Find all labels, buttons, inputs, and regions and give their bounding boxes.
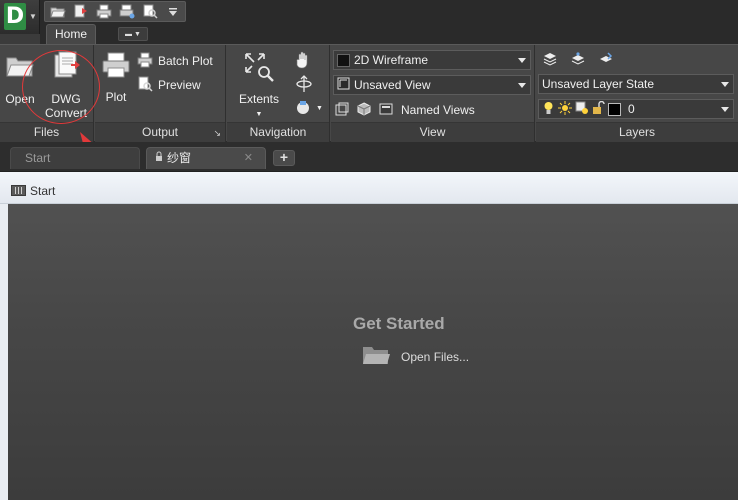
chevron-down-icon: ▼ [134,30,141,38]
extents-label: Extents [238,92,280,106]
layer-match-icon[interactable] [598,51,614,70]
panel-launcher-icon[interactable]: ↘ [213,128,221,139]
showmotion-icon [295,99,311,118]
app-logo-icon: D [4,3,26,30]
layers-panel: Unsaved Layer State 0 Layers [536,45,738,142]
preview-button[interactable]: Preview [137,75,201,95]
open-button[interactable]: Open [2,53,38,106]
orbit-button[interactable] [295,74,313,96]
get-started-heading: Get Started [353,314,445,333]
view-icon [337,77,350,93]
files-panel: Open DWG Convert Files [0,45,94,142]
files-panel-title: Files [0,122,93,142]
ribbon: Open DWG Convert Files Plot Batch Plot P… [0,44,738,142]
doc-tab-file-label: 纱窗 [167,151,192,165]
open-files-link[interactable]: Open Files... [361,344,469,369]
chevron-down-icon [518,83,526,88]
lock-icon [155,148,163,169]
new-tab-button[interactable]: + [273,150,295,166]
open-label: Open [5,92,35,106]
saved-view-dropdown[interactable]: Unsaved View [333,75,531,95]
layer-tools-row [542,50,614,70]
cube-icon [357,101,371,119]
save-file-icon[interactable] [72,4,89,20]
dwg-convert-label: DWG Convert [44,92,88,120]
minimize-ribbon-icon: ▬ [125,30,133,38]
folder-open-icon [5,53,35,82]
current-layer-value: 0 [628,102,635,116]
named-views-button[interactable]: Named Views [335,100,475,120]
layer-properties-icon[interactable] [542,51,558,70]
pan-hand-icon [295,51,311,72]
layer-state-value: Unsaved Layer State [542,77,655,91]
saved-view-value: Unsaved View [354,78,431,92]
start-page-body: Get Started Open Files... [8,204,738,500]
visual-style-value: 2D Wireframe [354,53,429,67]
dwg-convert-button[interactable]: DWG Convert [40,51,92,120]
doc-tab-start[interactable]: Start [10,147,140,169]
film-strip-icon [11,185,26,196]
viewport-icon [335,102,349,119]
start-page-title: Start [30,184,56,198]
tab-home[interactable]: Home [46,24,97,44]
batch-plot-icon [137,52,153,71]
pan-button[interactable] [295,51,311,71]
chevron-down-icon [721,82,729,87]
output-panel-title: Output [95,122,225,142]
layer-state-dropdown[interactable]: Unsaved Layer State [538,74,734,94]
ribbon-display-toggle[interactable]: ▬ ▼ [118,27,148,41]
plot-label: Plot [105,90,127,104]
folder-icon [361,344,391,369]
output-panel: Plot Batch Plot Preview Output ↘ [95,45,226,142]
viewport-freeze-icon [575,101,589,118]
close-icon[interactable]: ✕ [244,148,253,169]
sun-thaw-icon [558,100,572,118]
visual-style-dropdown[interactable]: 2D Wireframe [333,50,531,70]
unlocked-icon [592,100,605,118]
batch-plot-button[interactable]: Batch Plot [137,51,213,71]
layer-state-icon[interactable] [570,51,586,70]
named-views-icon [379,102,393,119]
zoom-extents-icon [243,51,275,86]
chevron-down-icon[interactable] [164,4,181,20]
plot-button[interactable]: Plot [99,51,133,104]
chevron-down-icon [721,107,729,112]
chevron-down-icon: ▼ [316,104,323,112]
layer-dropdown[interactable]: 0 [538,99,734,119]
open-files-label: Open Files... [401,349,470,364]
orbit-icon [295,74,313,96]
showmotion-button[interactable]: ▼ [295,98,323,118]
ribbon-tab-row: Home ▬ ▼ [40,24,738,44]
quick-access-toolbar [44,1,186,22]
plot-icon [101,51,131,82]
doc-tab-start-label: Start [25,151,51,165]
view-panel: 2D Wireframe Unsaved View Named Views Vi… [331,45,535,142]
lightbulb-on-icon [542,101,555,118]
start-page-titlebar: Start [0,172,738,204]
batch-plot-label: Batch Plot [158,54,213,68]
preview-icon[interactable] [141,4,158,20]
dwg-convert-icon [51,51,81,86]
navigation-panel-title: Navigation [227,122,329,142]
named-views-label: Named Views [401,103,475,117]
zoom-extents-button[interactable]: Extents ▼ [235,51,283,122]
print-icon[interactable] [95,4,112,20]
document-tab-bar: Start 纱窗 ✕ + [0,142,738,172]
chevron-down-icon [518,58,526,63]
plot-icon[interactable] [118,4,135,20]
open-folder-icon[interactable] [49,4,66,20]
wireframe-icon [337,53,350,67]
preview-label: Preview [158,78,201,92]
preview-icon [137,76,153,95]
chevron-down-icon: ▼ [29,12,37,21]
navigation-panel: Extents ▼ ▼ Navigation [227,45,330,142]
layers-panel-title: Layers [536,122,738,142]
start-page-window: Start Get Started Open Files... [0,172,738,500]
chevron-down-icon: ▼ [255,111,263,118]
doc-tab-file[interactable]: 纱窗 ✕ [146,147,266,169]
view-panel-title: View [331,122,534,142]
layer-color-swatch [608,102,621,116]
application-menu-button[interactable]: D ▼ [0,0,40,34]
